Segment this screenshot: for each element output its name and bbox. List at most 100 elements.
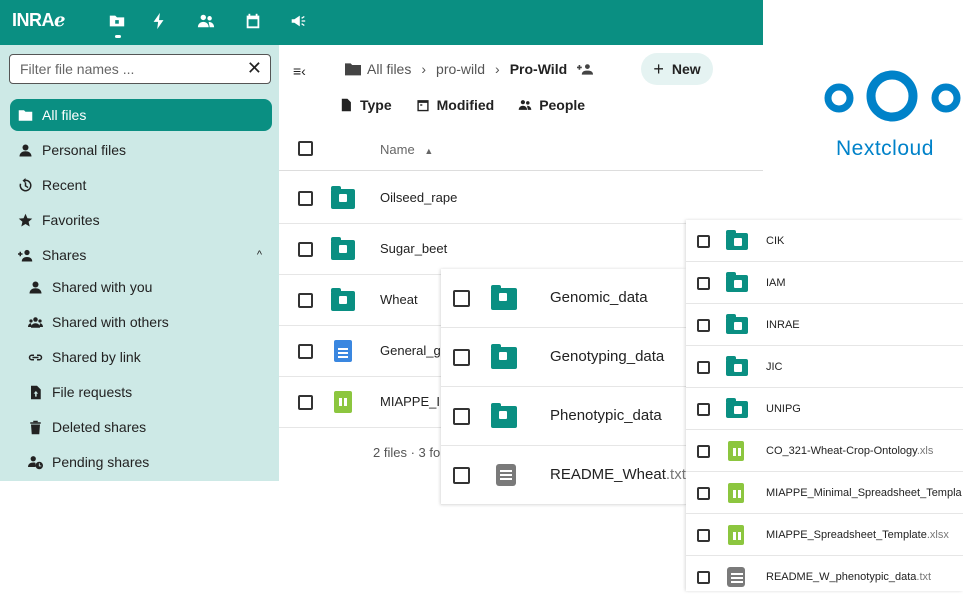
type-filter[interactable]: Type [339, 97, 392, 113]
file-row[interactable]: MIAPPE_Minimal_Spreadsheet_Templa [686, 472, 963, 514]
file-name[interactable]: JIC [766, 361, 783, 373]
contacts-icon[interactable] [196, 11, 216, 31]
row-checkbox[interactable] [453, 467, 470, 484]
file-row[interactable]: CIK [686, 220, 963, 262]
breadcrumb-current[interactable]: Pro-Wild [510, 61, 567, 77]
name-column-header[interactable]: Name ▲ [380, 142, 433, 157]
file-name[interactable]: Sugar_beet [380, 241, 447, 256]
shared-folder-icon [331, 237, 355, 260]
new-button[interactable]: + New [641, 53, 713, 85]
file-name[interactable]: IAM [766, 277, 786, 289]
breadcrumb-all-files[interactable]: All files [367, 61, 411, 77]
row-checkbox[interactable] [697, 403, 710, 416]
people-filter[interactable]: People [518, 97, 585, 113]
select-all-checkbox[interactable] [298, 141, 313, 156]
row-checkbox[interactable] [697, 235, 710, 248]
wheat-folder-panel: Genomic_data Genotyping_data Phenotypic_… [441, 269, 686, 505]
sidebar-item-pending-shares[interactable]: Pending shares [10, 446, 272, 478]
file-name[interactable]: Oilseed_rape [380, 190, 457, 205]
file-row[interactable]: MIAPPE_Spreadsheet_Template.xlsx [686, 514, 963, 556]
row-checkbox[interactable] [453, 349, 470, 366]
announcements-icon[interactable] [288, 11, 308, 31]
file-name[interactable]: README_Wheat.txt [550, 466, 686, 483]
file-name[interactable]: General_g [380, 343, 441, 358]
history-icon [19, 177, 32, 191]
sidebar-item-shares[interactable]: Shares ^ [10, 239, 272, 271]
file-name[interactable]: MIAPPE_Minimal_Spreadsheet_Templa [766, 487, 962, 499]
row-checkbox[interactable] [697, 319, 710, 332]
file-row[interactable]: Genomic_data [441, 269, 686, 328]
breadcrumb-pro-wild[interactable]: pro-wild [436, 61, 485, 77]
row-checkbox[interactable] [298, 344, 313, 359]
file-name[interactable]: CIK [766, 235, 784, 247]
calendar-icon[interactable] [243, 11, 263, 31]
sidebar-item-label: Shares [42, 247, 87, 263]
row-checkbox[interactable] [697, 487, 710, 500]
top-navigation-bar: INRAℯ [0, 0, 763, 45]
file-row[interactable]: UNIPG [686, 388, 963, 430]
file-name[interactable]: MIAPPE_I [380, 394, 440, 409]
file-name[interactable]: UNIPG [766, 403, 801, 415]
row-checkbox[interactable] [298, 293, 313, 308]
activity-icon[interactable] [149, 11, 169, 31]
share-icon[interactable] [577, 62, 594, 76]
files-sidebar: Filter file names ... ✕ All files Person… [0, 45, 279, 481]
sidebar-item-shared-with-others[interactable]: Shared with others [10, 306, 272, 338]
file-name[interactable]: Wheat [380, 292, 418, 307]
clear-filter-icon[interactable]: ✕ [247, 58, 262, 79]
sidebar-item-personal-files[interactable]: Personal files [10, 134, 272, 166]
file-row[interactable]: Phenotypic_data [441, 387, 686, 446]
sidebar-item-label: All files [42, 107, 87, 123]
file-row[interactable]: INRAE [686, 304, 963, 346]
sidebar-item-favorites[interactable]: Favorites [10, 204, 272, 236]
sidebar-item-recent[interactable]: Recent [10, 169, 272, 201]
file-row[interactable]: IAM [686, 262, 963, 304]
sidebar-item-all-files[interactable]: All files [10, 99, 272, 131]
sidebar-item-shared-with-you[interactable]: Shared with you [10, 271, 272, 303]
files-icon[interactable] [107, 11, 127, 31]
row-checkbox[interactable] [298, 395, 313, 410]
file-row[interactable]: README_W_phenotypic_data.txt [686, 556, 963, 598]
row-checkbox[interactable] [298, 242, 313, 257]
row-checkbox[interactable] [697, 277, 710, 290]
file-name[interactable]: INRAE [766, 319, 800, 331]
phenotypic-folder-panel: CIK IAM INRAE JIC UNIPG CO_321-Wheat-Cro… [686, 220, 963, 591]
file-row[interactable]: Oilseed_rape [279, 173, 763, 224]
sidebar-item-file-requests[interactable]: File requests [10, 376, 272, 408]
file-name[interactable]: README_W_phenotypic_data.txt [766, 571, 931, 583]
chevron-up-icon[interactable]: ^ [257, 249, 262, 261]
row-checkbox[interactable] [298, 191, 313, 206]
row-checkbox[interactable] [697, 571, 710, 584]
chevron-right-icon: › [421, 61, 427, 77]
spreadsheet-icon [334, 391, 352, 413]
file-row[interactable]: README_Wheat.txt [441, 446, 686, 505]
sidebar-item-deleted-shares[interactable]: Deleted shares [10, 411, 272, 443]
file-row[interactable]: JIC [686, 346, 963, 388]
file-icon [341, 98, 351, 112]
shared-folder-icon [726, 356, 748, 376]
plus-icon: + [653, 58, 664, 79]
sidebar-item-shared-by-link[interactable]: Shared by link [10, 341, 272, 373]
name-header-label: Name [380, 142, 415, 157]
row-checkbox[interactable] [453, 290, 470, 307]
inrae-logo[interactable]: INRAℯ [12, 10, 65, 31]
file-name[interactable]: Genomic_data [550, 289, 648, 306]
file-name[interactable]: Genotyping_data [550, 348, 664, 365]
file-basename: MIAPPE_Spreadsheet_Template [766, 529, 927, 541]
modified-filter[interactable]: Modified [416, 97, 494, 113]
toggle-navigation-icon[interactable]: ≡‹ [293, 63, 306, 79]
file-name[interactable]: CO_321-Wheat-Crop-Ontology.xls [766, 445, 933, 457]
file-row[interactable]: CO_321-Wheat-Crop-Ontology.xls [686, 430, 963, 472]
shared-folder-icon [726, 398, 748, 418]
sidebar-item-label: Pending shares [52, 454, 150, 470]
row-checkbox[interactable] [697, 361, 710, 374]
document-icon [334, 340, 352, 362]
row-checkbox[interactable] [453, 408, 470, 425]
file-row[interactable]: Genotyping_data [441, 328, 686, 387]
new-button-label: New [671, 61, 701, 77]
file-name[interactable]: MIAPPE_Spreadsheet_Template.xlsx [766, 529, 949, 541]
file-name[interactable]: Phenotypic_data [550, 407, 662, 424]
row-checkbox[interactable] [697, 445, 710, 458]
row-checkbox[interactable] [697, 529, 710, 542]
filter-file-names-input[interactable]: Filter file names ... ✕ [9, 54, 271, 84]
